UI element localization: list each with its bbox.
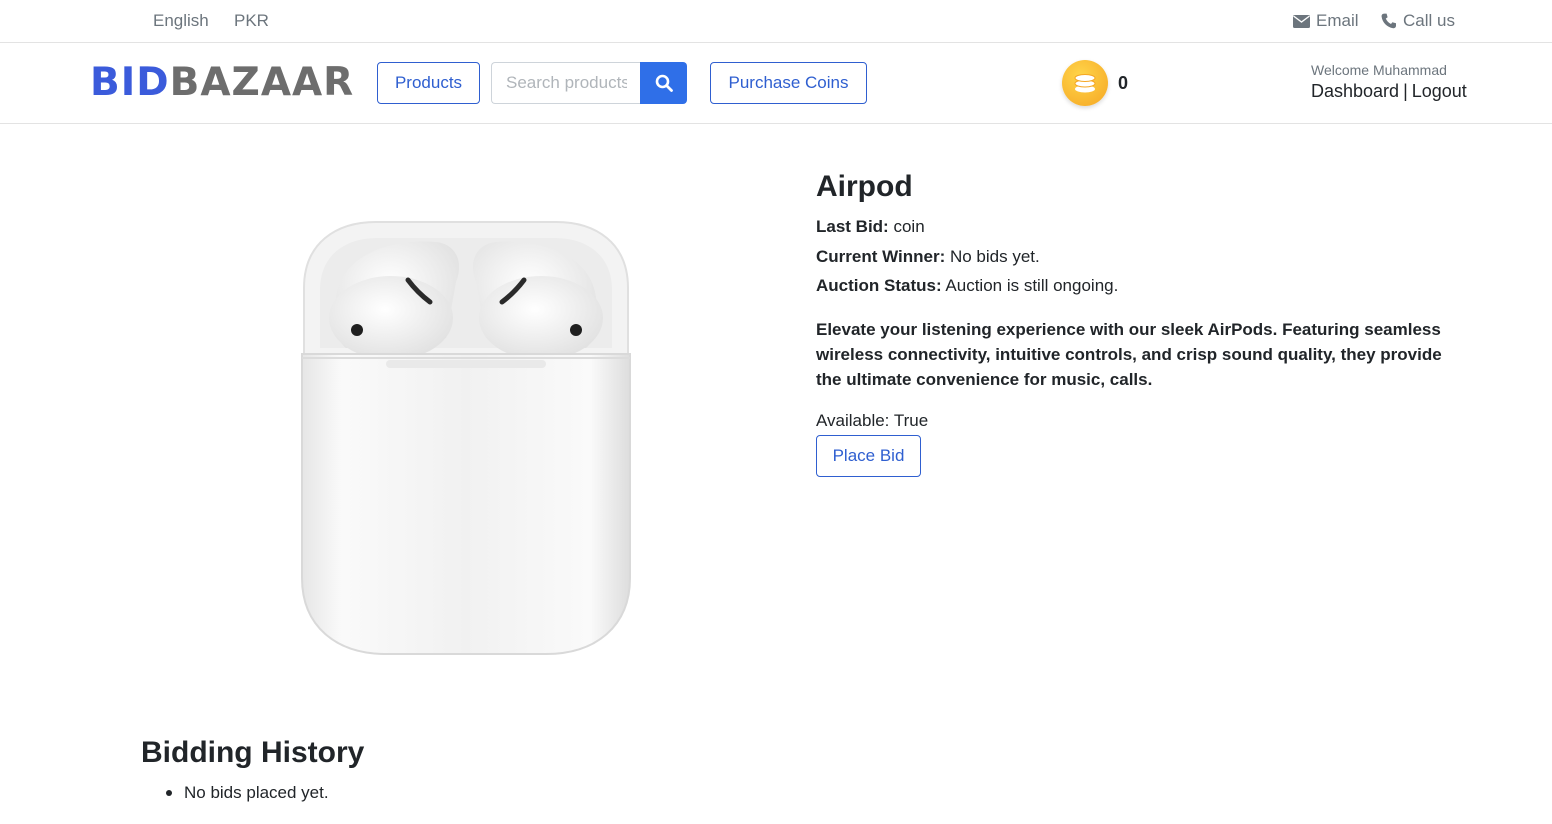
language-selector[interactable]: English	[153, 11, 209, 31]
site-logo[interactable]: BIDBAZAAR	[90, 61, 354, 105]
place-bid-button[interactable]: Place Bid	[816, 435, 921, 477]
envelope-icon	[1293, 14, 1310, 28]
list-bullet	[166, 790, 172, 796]
auction-status-row: Auction Status: Auction is still ongoing…	[816, 276, 1118, 296]
call-link[interactable]: Call us	[1381, 11, 1455, 31]
auction-status-label: Auction Status:	[816, 276, 942, 295]
current-winner-row: Current Winner: No bids yet.	[816, 247, 1040, 267]
coins-icon	[1062, 60, 1108, 106]
product-description: Elevate your listening experience with o…	[816, 320, 1442, 389]
search-button[interactable]	[640, 62, 687, 104]
logo-bazaar-text: BAZAAR	[169, 60, 355, 105]
coin-balance: 0	[1118, 73, 1129, 93]
dashboard-link[interactable]: Dashboard	[1311, 81, 1399, 101]
welcome-text: Welcome Muhammad	[1311, 62, 1447, 78]
link-separator: |	[1403, 81, 1408, 101]
products-button[interactable]: Products	[377, 62, 480, 104]
current-winner-label: Current Winner:	[816, 247, 946, 266]
list-item: No bids placed yet.	[184, 783, 329, 802]
call-label: Call us	[1403, 11, 1455, 30]
bidding-history-heading: Bidding History	[141, 736, 365, 769]
current-winner-value: No bids yet.	[945, 247, 1040, 266]
email-label: Email	[1316, 11, 1359, 30]
phone-icon	[1381, 13, 1396, 29]
main-header: BIDBAZAAR Products Purchase Coins 0 Welc…	[0, 43, 1552, 124]
user-links: Dashboard | Logout	[1311, 81, 1467, 102]
product-title: Airpod	[816, 170, 913, 203]
availability-text: Available: True	[816, 411, 929, 430]
auction-status-value: Auction is still ongoing.	[941, 276, 1119, 295]
last-bid-label: Last Bid:	[816, 217, 889, 236]
last-bid-row: Last Bid: coin	[816, 217, 925, 237]
search-input[interactable]	[491, 62, 641, 104]
logout-link[interactable]: Logout	[1412, 81, 1467, 101]
email-link[interactable]: Email	[1293, 11, 1359, 31]
product-image	[301, 221, 631, 655]
purchase-coins-button[interactable]: Purchase Coins	[710, 62, 867, 104]
search-icon	[655, 74, 673, 92]
logo-bid-text: BID	[90, 60, 170, 105]
last-bid-value: coin	[888, 217, 925, 236]
bidding-history-list: No bids placed yet.	[166, 783, 329, 803]
currency-selector[interactable]: PKR	[234, 11, 269, 31]
top-bar: English PKR Email Call us	[0, 0, 1552, 43]
